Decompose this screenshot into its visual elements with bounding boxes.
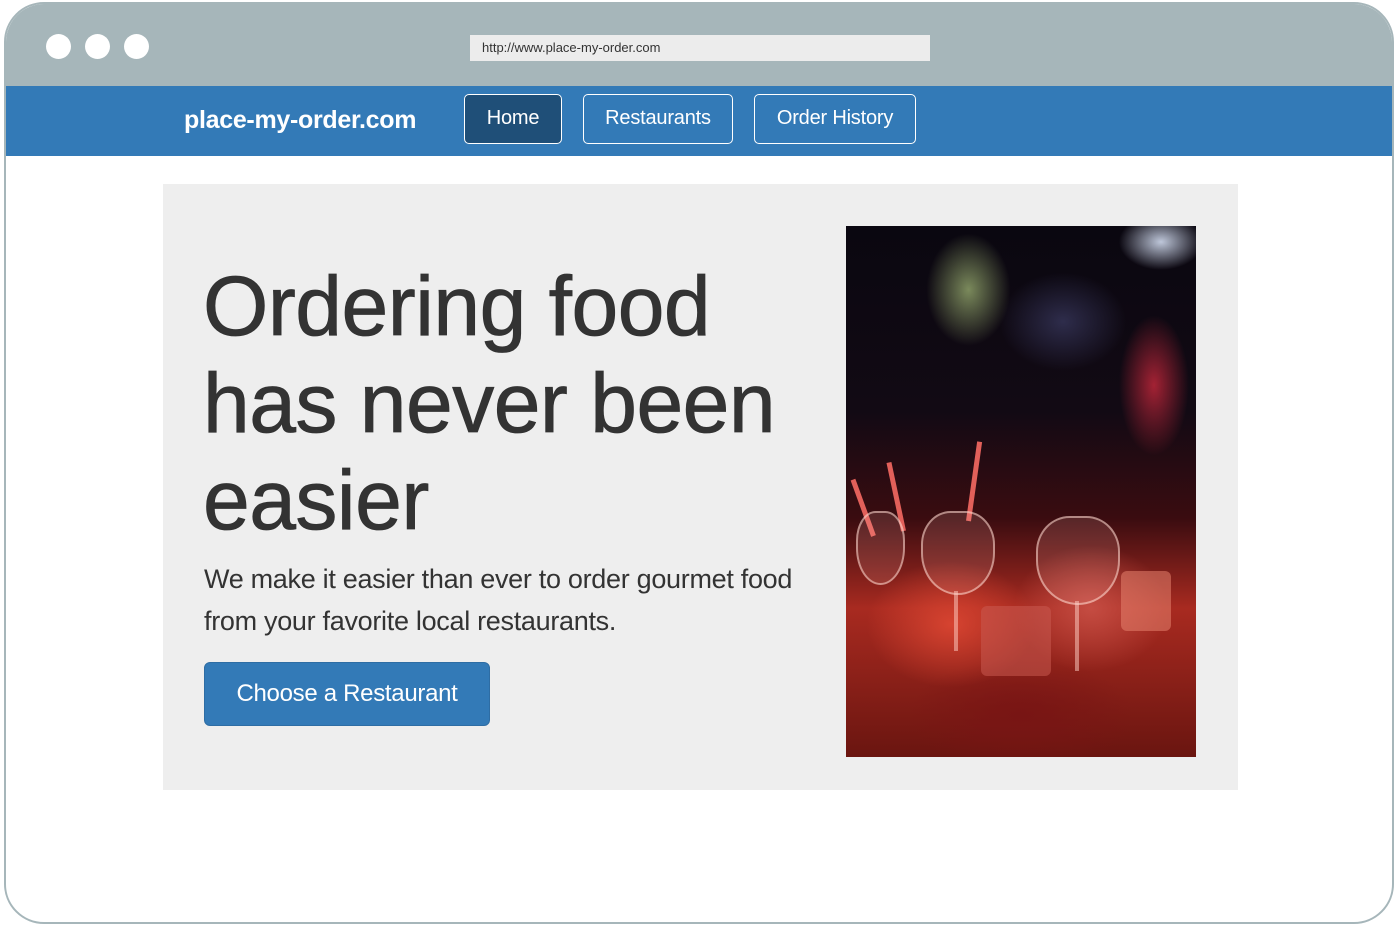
straw-shape — [966, 441, 983, 522]
address-bar[interactable]: http://www.place-my-order.com — [470, 35, 930, 61]
glass-stem-shape — [954, 591, 958, 651]
glass-stem-shape — [1075, 601, 1079, 671]
window-minimize-dot-icon[interactable] — [85, 34, 110, 59]
hero-tagline: We make it easier than ever to order gou… — [204, 564, 793, 636]
cup-shape — [981, 606, 1051, 676]
nav-order-history-button[interactable]: Order History — [754, 94, 916, 144]
window-maximize-dot-icon[interactable] — [124, 34, 149, 59]
hero-headline: Ordering food has never been easier — [203, 259, 776, 548]
hero-jumbotron: Ordering food has never been easier We m… — [163, 184, 1238, 790]
browser-titlebar: http://www.place-my-order.com — [6, 4, 1392, 86]
window-close-dot-icon[interactable] — [46, 34, 71, 59]
nav-home-button[interactable]: Home — [464, 94, 562, 144]
wine-glass-shape — [921, 511, 995, 595]
wine-glass-shape — [856, 511, 905, 585]
site-navbar: place-my-order.com Home Restaurants Orde… — [6, 86, 1392, 156]
restaurant-table-photo — [846, 226, 1196, 757]
nav-restaurants-button[interactable]: Restaurants — [583, 94, 733, 144]
choose-restaurant-button[interactable]: Choose a Restaurant — [204, 662, 490, 726]
browser-window: http://www.place-my-order.com place-my-o… — [4, 2, 1394, 924]
wine-glass-shape — [1036, 516, 1120, 605]
cup-shape — [1121, 571, 1171, 631]
brand-logo[interactable]: place-my-order.com — [184, 86, 416, 156]
